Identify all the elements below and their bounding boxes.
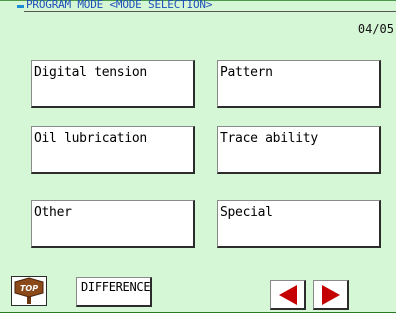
difference-button[interactable]: DIFFERENCE <box>76 277 152 307</box>
page-counter: 04/05 <box>357 22 394 36</box>
difference-button-label: DIFFERENCE <box>81 280 151 294</box>
arrow-left-icon <box>279 285 297 305</box>
mode-button-label: Special <box>220 205 273 220</box>
header-marker-icon <box>17 5 24 8</box>
header-divider <box>24 11 396 12</box>
program-mode-screen: PROGRAM MODE <MODE SELECTION> 04/05 Digi… <box>0 0 396 313</box>
header-bar: PROGRAM MODE <MODE SELECTION> <box>0 0 396 12</box>
mode-button-label: Other <box>34 205 72 220</box>
mode-button-label: Digital tension <box>34 65 147 80</box>
other-button[interactable]: Other <box>31 200 195 248</box>
special-button[interactable]: Special <box>217 200 381 248</box>
arrow-right-icon <box>322 285 340 305</box>
mode-button-label: Trace ability <box>220 131 318 146</box>
next-page-button[interactable] <box>313 280 349 310</box>
trace-ability-button[interactable]: Trace ability <box>217 126 381 174</box>
pattern-button[interactable]: Pattern <box>217 60 381 108</box>
prev-page-button[interactable] <box>270 280 306 310</box>
digital-tension-button[interactable]: Digital tension <box>31 60 195 108</box>
top-button[interactable]: TOP <box>11 276 47 306</box>
mode-button-label: Pattern <box>220 65 273 80</box>
mode-title: PROGRAM MODE <MODE SELECTION> <box>26 0 213 11</box>
oil-lubrication-button[interactable]: Oil lubrication <box>31 126 195 174</box>
mode-button-label: Oil lubrication <box>34 131 147 146</box>
top-sign-label: TOP <box>20 284 38 293</box>
top-sign-icon: TOP <box>14 277 44 304</box>
